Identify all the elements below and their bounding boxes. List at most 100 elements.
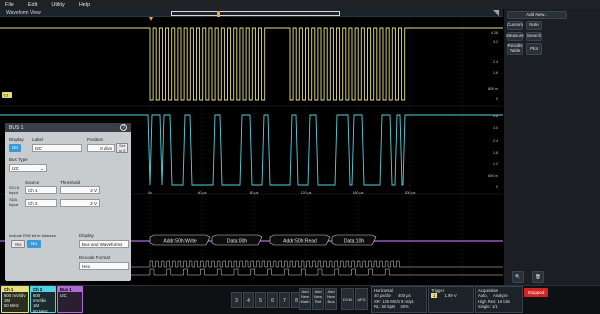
maximize-icon[interactable]	[493, 10, 499, 16]
bus-type-value: I2C	[12, 166, 20, 171]
bus1-type: I2C	[60, 293, 67, 299]
bus1-badge[interactable]: Bus 1 I2C	[57, 286, 83, 313]
dialog-title: BUS 1	[5, 123, 131, 132]
decode-addr-write: Addr:50h:Write	[163, 239, 196, 245]
acq-analyze: Analyze	[492, 293, 508, 299]
decode-data-00: Data:00h	[227, 239, 248, 245]
svg-text:800 m: 800 m	[488, 87, 498, 91]
display-mode-select[interactable]: Bus and Waveforms	[79, 240, 129, 248]
channel-4-button[interactable]: 4	[243, 292, 254, 308]
svg-text:3.2: 3.2	[493, 40, 498, 44]
decode-format-select[interactable]: Hex	[79, 262, 129, 270]
svg-text:200 µs: 200 µs	[405, 191, 416, 195]
svg-text:80 µs: 80 µs	[250, 191, 259, 195]
help-icon[interactable]: ?	[120, 124, 127, 131]
svg-text:600 m: 600 m	[488, 174, 498, 178]
acq-resolution: High Res: 16 bits	[478, 298, 510, 304]
label-field-label: Label	[32, 137, 44, 142]
sclk-threshold-input[interactable]: 2 V	[60, 186, 100, 194]
ch1-bandwidth: 50 MHz	[4, 303, 19, 309]
svg-text:3.0: 3.0	[493, 126, 498, 130]
add-new-math-button[interactable]: Add New Math	[299, 288, 311, 310]
ch1-badge-title: Ch 1	[2, 287, 28, 293]
cursors-button[interactable]: Cursors	[507, 21, 523, 30]
horizontal-panel[interactable]: Horizontal 40 µs/div 400 µs SR: 125 MS/s…	[371, 286, 427, 313]
sda-input-label: SDA Input	[9, 197, 18, 207]
chevron-down-icon: ⌄	[40, 166, 44, 171]
position-label: Position	[87, 137, 104, 142]
svg-text:40 µs: 40 µs	[198, 191, 207, 195]
display-mode-label: Display	[79, 233, 94, 238]
bus-type-label: Bus Type	[9, 157, 28, 162]
trigger-position: 30%	[400, 303, 409, 309]
record-length: RL: 50 kpts	[374, 303, 396, 309]
ch1-marker-label: C1	[4, 93, 10, 98]
svg-text:160 µs: 160 µs	[353, 191, 364, 195]
horizontal-duration: 400 µs	[398, 293, 411, 299]
acq-mode: Auto,	[478, 293, 488, 299]
label-input[interactable]: I2C	[32, 144, 82, 152]
dvm-button[interactable]: DVM	[341, 288, 354, 310]
run-stop-status[interactable]: Stopped	[524, 288, 548, 297]
menu-help[interactable]: Help	[79, 2, 90, 8]
svg-text:2.4: 2.4	[493, 139, 498, 143]
sample-interval: 8 ns/pt	[401, 298, 414, 304]
svg-text:0s: 0s	[148, 191, 152, 195]
plot-button[interactable]: Plot	[526, 43, 542, 55]
horizontal-scale: 40 µs/div	[374, 293, 391, 299]
add-new-bus-button[interactable]: Add New Bus	[325, 288, 337, 310]
source-label: Source	[25, 180, 40, 185]
channel-6-button[interactable]: 6	[267, 292, 278, 308]
svg-text:4.28: 4.28	[491, 31, 498, 35]
position-input[interactable]: 0 divs	[87, 144, 115, 152]
menu-bar: File Edit Utility Help	[0, 0, 600, 9]
menu-utility[interactable]: Utility	[51, 2, 64, 8]
channel-3-button[interactable]: 3	[231, 292, 242, 308]
decode-data-10: Data:10h	[344, 239, 365, 245]
svg-text:120 µs: 120 µs	[301, 191, 312, 195]
channel-5-button[interactable]: 5	[255, 292, 266, 308]
bus-type-select[interactable]: I2C ⌄	[9, 164, 47, 172]
trigger-panel[interactable]: Trigger 1 1.99 V	[428, 286, 474, 313]
trigger-source: 1	[431, 293, 438, 299]
svg-text:1.6: 1.6	[493, 71, 498, 75]
trigger-level: 1.99 V	[444, 293, 457, 299]
display-label: Display	[9, 137, 24, 142]
waveform-view-title: Waveform View	[6, 10, 41, 16]
sclk-input-label: SCLK Input	[9, 185, 20, 195]
search-button[interactable]: Search	[526, 32, 542, 41]
decode-format-label: Decode Format	[79, 255, 111, 260]
rw-yes-button[interactable]: Yes	[11, 240, 25, 248]
ch2-scale-value: 600 mV/div	[33, 293, 47, 304]
menu-edit[interactable]: Edit	[28, 2, 37, 8]
results-table-button[interactable]: Results Table	[507, 43, 523, 55]
ch2-bandwidth: 50 MHz	[33, 308, 48, 314]
add-new-ref-button[interactable]: Add New Ref	[312, 288, 324, 310]
acquisition-panel[interactable]: Acquisition Auto, Analyze High Res: 16 b…	[475, 286, 523, 313]
waveform-navigator[interactable]	[171, 11, 340, 17]
svg-text:3.6: 3.6	[493, 114, 498, 118]
menu-file[interactable]: File	[5, 2, 14, 8]
acq-count: Single: 1/1	[478, 303, 498, 309]
measure-button[interactable]: Measure	[506, 32, 524, 41]
svg-text:1.8: 1.8	[493, 151, 498, 155]
afg-button[interactable]: AFG	[355, 288, 368, 310]
results-sidebar: Add New... Cursors Note Measure Search R…	[504, 9, 600, 285]
ch1-badge[interactable]: Ch 1 600 mV/div 1M 50 MHz	[1, 286, 29, 313]
set-to-zero-button[interactable]: Set to 0	[116, 143, 128, 153]
zoom-icon[interactable]: 🔍	[512, 271, 524, 283]
add-new-button[interactable]: Add New...	[507, 11, 567, 19]
svg-text:0: 0	[496, 185, 498, 189]
threshold-label: Threshold	[60, 180, 81, 185]
sda-source-select[interactable]: Ch 2	[25, 199, 57, 207]
sda-threshold-input[interactable]: 2 V	[60, 199, 100, 207]
trash-icon[interactable]: 🗑	[532, 271, 544, 283]
display-on-toggle[interactable]: On	[9, 144, 21, 152]
rw-no-button[interactable]: No	[27, 240, 41, 248]
svg-text:2.4: 2.4	[493, 60, 498, 64]
note-button[interactable]: Note	[526, 21, 542, 30]
decode-addr-read: Addr:50h:Read	[283, 239, 317, 245]
sclk-source-select[interactable]: Ch 1	[25, 186, 57, 194]
channel-7-button[interactable]: 7	[279, 292, 290, 308]
ch2-badge[interactable]: Ch 2 600 mV/div 1M 50 MHz	[30, 286, 56, 314]
